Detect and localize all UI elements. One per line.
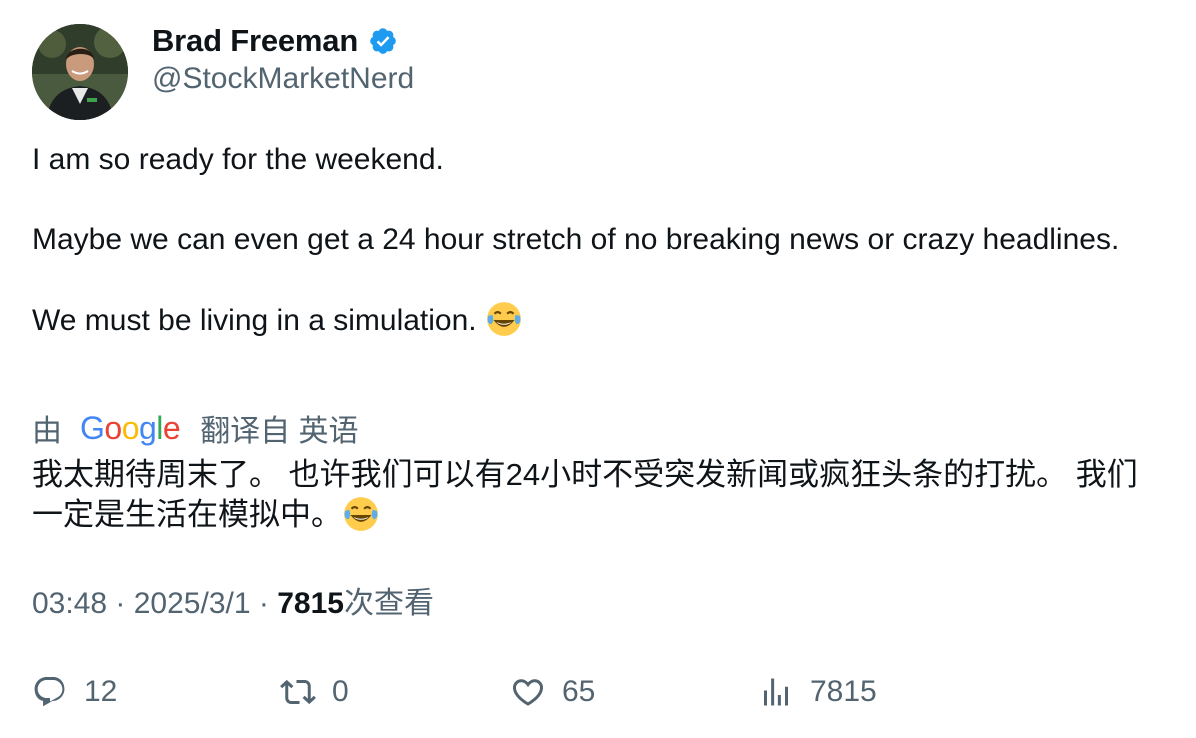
avatar[interactable]: [32, 24, 128, 120]
translation-suffix: 翻译自 英语: [200, 415, 359, 448]
display-name[interactable]: Brad Freeman: [152, 23, 358, 59]
tweet-time[interactable]: 03:48: [32, 587, 107, 620]
laughing-tears-emoji-icon: [485, 300, 523, 338]
translation-attribution: 由 Google 翻译自 英语: [32, 406, 359, 450]
meta-separator: ·: [107, 587, 134, 620]
tweet-card: Brad Freeman @StockMarketNerd I am so re…: [0, 0, 1196, 738]
verified-badge-icon[interactable]: [368, 26, 398, 56]
translated-text-content: 我太期待周末了。 也许我们可以有24小时不受突发新闻或疯狂头条的打扰。 我们一定…: [32, 457, 1138, 532]
meta-separator: ·: [250, 587, 278, 620]
laughing-tears-emoji-icon: [342, 495, 380, 533]
repost-button[interactable]: 0: [280, 668, 349, 716]
tweet-date[interactable]: 2025/3/1: [134, 587, 251, 620]
repost-count: 0: [332, 675, 349, 708]
like-count: 65: [562, 675, 596, 708]
views-button[interactable]: 7815: [758, 668, 877, 716]
tweet-line-2: Maybe we can even get a 24 hour stretch …: [32, 223, 1120, 256]
translated-text: 我太期待周末了。 也许我们可以有24小时不受突发新闻或疯狂头条的打扰。 我们一定…: [32, 455, 1162, 535]
views-action-count: 7815: [810, 675, 877, 708]
heart-icon: [512, 679, 544, 706]
tweet-line-1: I am so ready for the weekend.: [32, 143, 444, 176]
reply-icon: [34, 677, 65, 707]
views-count: 7815: [277, 587, 344, 620]
avatar-image: [32, 24, 128, 120]
tweet-line-3-text: We must be living in a simulation.: [32, 304, 477, 337]
google-logo[interactable]: Google: [80, 410, 181, 447]
views-label: 次查看: [343, 587, 434, 620]
reply-button[interactable]: 12: [32, 668, 117, 716]
like-button[interactable]: 65: [510, 668, 595, 716]
tweet-text: I am so ready for the weekend. Maybe we …: [32, 140, 1162, 341]
tweet-line-3: We must be living in a simulation.: [32, 300, 1162, 341]
analytics-icon: [764, 678, 788, 706]
user-handle[interactable]: @StockMarketNerd: [152, 62, 414, 96]
translation-prefix: 由: [32, 415, 62, 448]
action-bar: 12 0 65 7815: [32, 668, 1162, 716]
name-row: Brad Freeman: [152, 22, 414, 60]
reply-count: 12: [84, 675, 118, 708]
author-info: Brad Freeman @StockMarketNerd: [152, 22, 414, 96]
tweet-meta: 03:48 · 2025/3/1 · 7815次查看: [32, 584, 434, 624]
repost-icon: [280, 679, 316, 705]
